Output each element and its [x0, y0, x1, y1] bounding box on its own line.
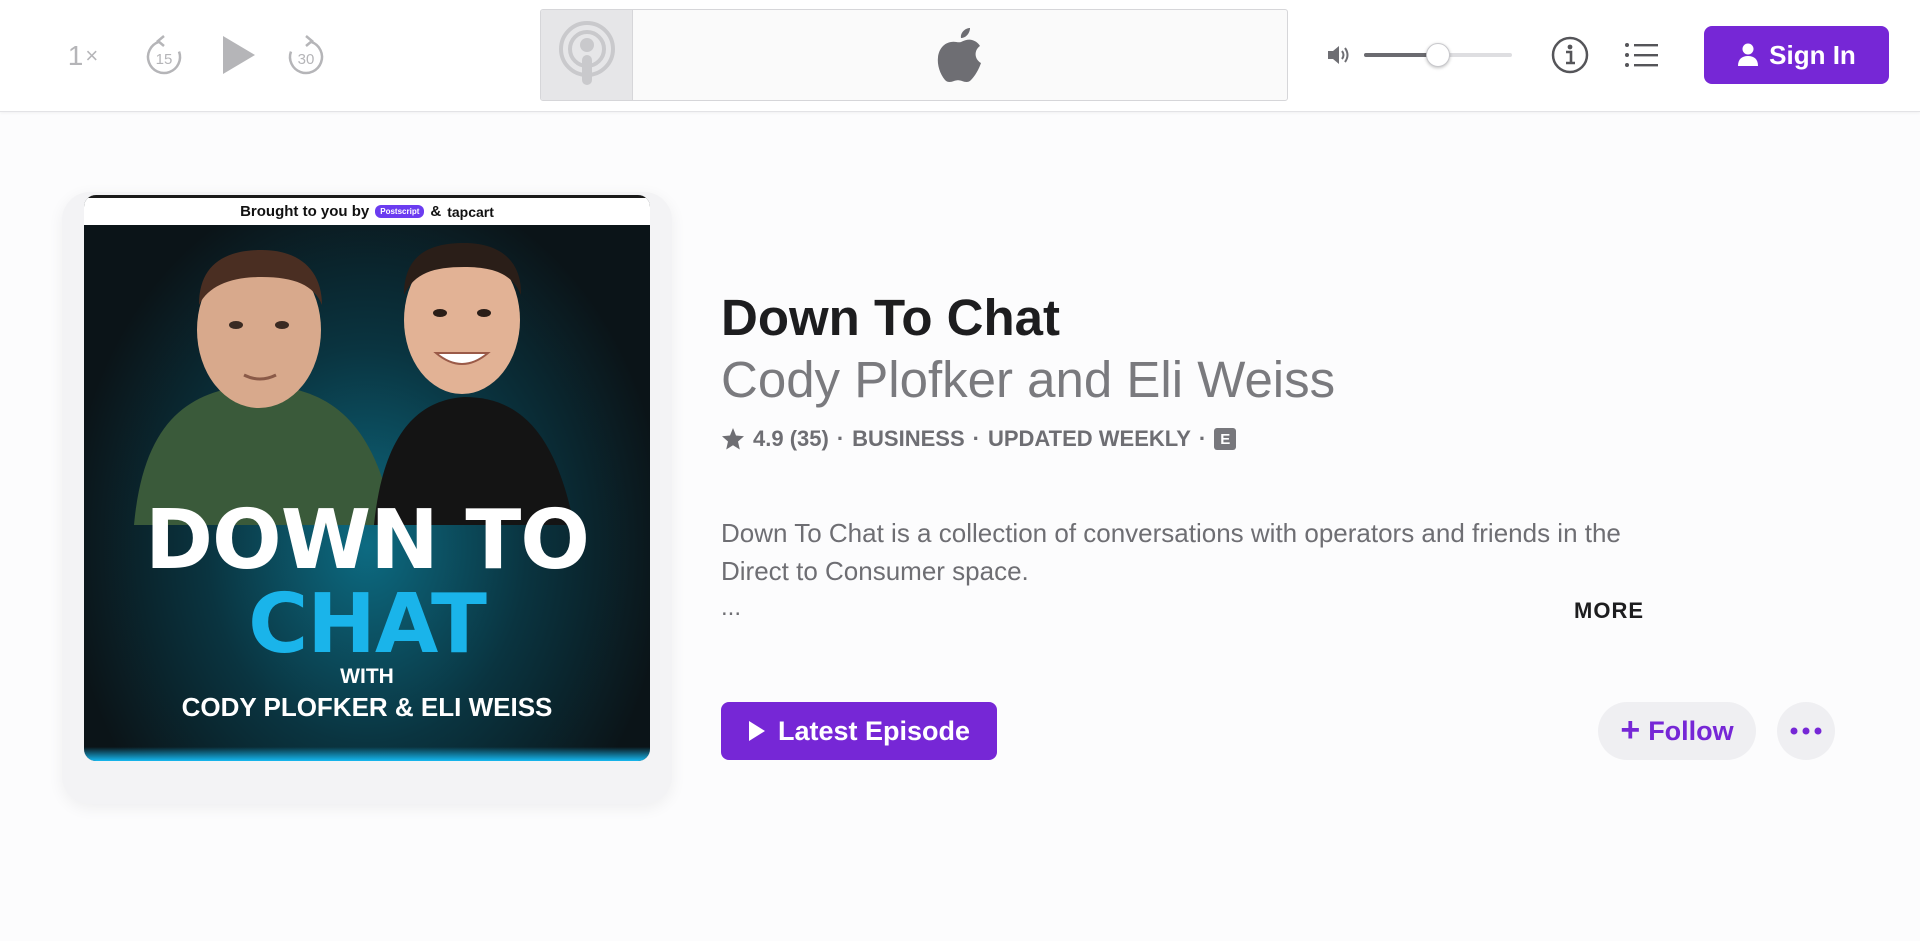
- playback-speed-button[interactable]: 1 ×: [60, 36, 106, 76]
- speed-value: 1: [67, 40, 84, 71]
- rating-text: 4.9 (35): [753, 426, 829, 451]
- artwork-with-text: WITH: [340, 665, 394, 688]
- list-icon: [1625, 43, 1658, 67]
- sign-in-label: Sign In: [1769, 39, 1856, 70]
- skip-back-button[interactable]: 15: [144, 32, 184, 78]
- info-button[interactable]: [1550, 35, 1590, 75]
- explicit-badge: E: [1214, 428, 1237, 450]
- volume-icon: [1326, 43, 1352, 67]
- podcasts-icon: [558, 21, 615, 85]
- more-button[interactable]: MORE: [1574, 598, 1644, 624]
- podcast-meta: 4.9 (35) · BUSINESS · UPDATED WEEKLY · E: [721, 426, 1237, 452]
- skip-forward-label: 30: [298, 51, 315, 68]
- more-options-button[interactable]: [1777, 702, 1835, 760]
- volume-slider[interactable]: [1364, 42, 1512, 68]
- follow-button[interactable]: + Follow: [1598, 702, 1756, 760]
- hosts-photo: [134, 243, 574, 525]
- sponsor-text: Brought to you by: [240, 203, 370, 220]
- podcast-author-link[interactable]: Cody Plofker and Eli Weiss: [721, 350, 1335, 409]
- person-icon: [1738, 43, 1759, 66]
- category-link[interactable]: BUSINESS: [852, 426, 964, 452]
- podcast-title: Down To Chat: [721, 289, 1060, 346]
- plus-icon: +: [1620, 711, 1641, 749]
- follow-label: Follow: [1648, 715, 1734, 746]
- podcast-description: Down To Chat is a collection of conversa…: [721, 518, 1621, 586]
- play-icon: [223, 36, 255, 74]
- play-button[interactable]: [216, 32, 260, 78]
- latest-episode-button[interactable]: Latest Episode: [721, 702, 997, 760]
- meta-separator: ·: [972, 426, 980, 451]
- apple-logo-icon: [937, 28, 985, 84]
- skip-back-15-icon: 15: [146, 35, 182, 75]
- volume-thumb[interactable]: [1426, 43, 1450, 67]
- artwork-sponsor-banner: Brought to you by Postscript & tapcart: [84, 195, 650, 225]
- latest-episode-label: Latest Episode: [777, 715, 971, 746]
- sponsor-ampersand: &: [430, 203, 442, 220]
- podcast-artwork: Brought to you by Postscript & tapcart D…: [84, 195, 650, 761]
- meta-separator: ·: [836, 426, 845, 451]
- speed-suffix: ×: [85, 43, 99, 68]
- sponsor-postscript-logo: Postscript: [375, 205, 425, 218]
- sign-in-button[interactable]: Sign In: [1704, 26, 1889, 84]
- description-ellipsis: ...: [721, 594, 742, 621]
- artwork-glow-strip: [84, 747, 650, 761]
- artwork-hosts-text: CODY PLOFKER & ELI WEISS: [181, 692, 553, 722]
- player-bar: 1 × 15 30 Sign In: [0, 0, 1920, 112]
- artwork-title-line-1: DOWN TO: [144, 493, 590, 588]
- star-icon: [721, 427, 745, 451]
- play-icon: [748, 721, 765, 741]
- up-next-list-button[interactable]: [1624, 37, 1660, 73]
- now-playing-artwork: [541, 10, 633, 100]
- now-playing-display: [540, 9, 1288, 101]
- artwork-title-line-2: CHAT: [248, 577, 487, 672]
- ellipsis-icon: [1790, 727, 1822, 735]
- info-icon: [1551, 36, 1589, 74]
- skip-forward-30-icon: 30: [288, 35, 324, 75]
- meta-separator: ·: [1198, 426, 1207, 451]
- skip-back-label: 15: [156, 51, 173, 68]
- sponsor-tapcart-logo: tapcart: [447, 203, 494, 220]
- skip-forward-button[interactable]: 30: [286, 32, 326, 78]
- update-frequency: UPDATED WEEKLY: [987, 426, 1191, 451]
